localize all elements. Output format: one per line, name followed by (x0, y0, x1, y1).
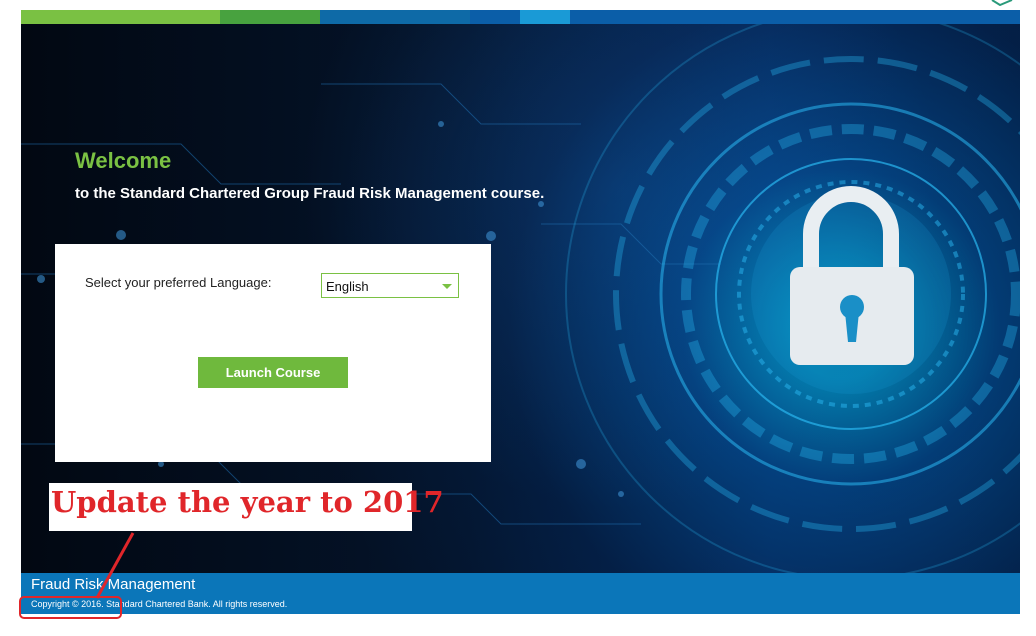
language-label: Select your preferred Language: (85, 275, 272, 290)
language-panel: Select your preferred Language: English … (55, 244, 491, 462)
strip-segment (21, 10, 220, 24)
check-icon (991, 0, 1013, 6)
strip-segment (470, 10, 520, 24)
footer: Fraud Risk Management Copyright © 2016. … (21, 573, 1020, 614)
chevron-down-icon (442, 284, 452, 289)
annotation-highlight-box (19, 596, 122, 619)
top-color-strip (21, 10, 1020, 24)
annotation-note: Update the year to 2017 (49, 483, 444, 531)
footer-title: Fraud Risk Management (31, 576, 196, 593)
strip-segment (520, 10, 570, 24)
strip-segment (320, 10, 470, 24)
annotation-text: Update the year to 2017 (51, 485, 444, 519)
strip-segment (570, 10, 1020, 24)
launch-course-button[interactable]: Launch Course (198, 357, 348, 388)
language-selected-value: English (326, 279, 369, 294)
strip-segment (220, 10, 320, 24)
course-subtitle: to the Standard Chartered Group Fraud Ri… (75, 185, 545, 202)
welcome-heading: Welcome (75, 148, 172, 173)
language-select[interactable]: English (321, 273, 459, 298)
